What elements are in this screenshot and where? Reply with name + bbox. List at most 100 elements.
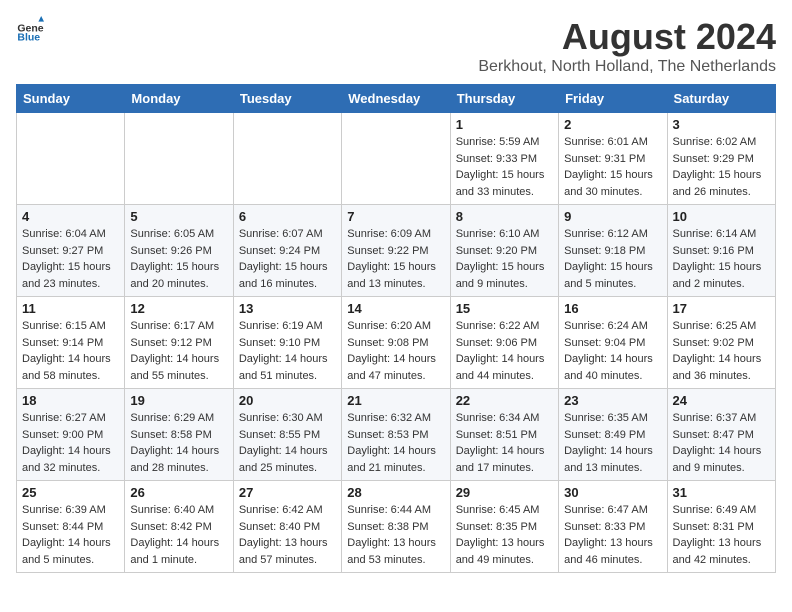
day-number: 25 <box>22 485 119 500</box>
day-info: Sunrise: 6:39 AM Sunset: 8:44 PM Dayligh… <box>22 502 119 568</box>
logo-icon: General Blue <box>16 16 44 44</box>
calendar-cell: 30 Sunrise: 6:47 AM Sunset: 8:33 PM Dayli… <box>559 481 667 573</box>
week-row-5: 25 Sunrise: 6:39 AM Sunset: 8:44 PM Dayli… <box>17 481 776 573</box>
day-info: Sunrise: 6:15 AM Sunset: 9:14 PM Dayligh… <box>22 318 119 384</box>
day-info: Sunrise: 6:45 AM Sunset: 8:35 PM Dayligh… <box>456 502 553 568</box>
day-number: 8 <box>456 209 553 224</box>
day-info: Sunrise: 6:47 AM Sunset: 8:33 PM Dayligh… <box>564 502 661 568</box>
day-number: 13 <box>239 301 336 316</box>
weekday-header-wednesday: Wednesday <box>342 85 450 113</box>
calendar-cell: 21Sunrise: 6:32 AM Sunset: 8:53 PM Dayli… <box>342 389 450 481</box>
week-row-4: 18 Sunrise: 6:27 AM Sunset: 9:00 PM Dayli… <box>17 389 776 481</box>
day-number: 20 <box>239 393 336 408</box>
day-number: 31 <box>673 485 770 500</box>
day-info: Sunrise: 6:40 AM Sunset: 8:42 PM Dayligh… <box>130 502 227 568</box>
day-info: Sunrise: 6:19 AM Sunset: 9:10 PM Dayligh… <box>239 318 336 384</box>
logo: General Blue <box>16 16 44 44</box>
day-info: Sunrise: 6:35 AM Sunset: 8:49 PM Dayligh… <box>564 410 661 476</box>
calendar-cell: 13 Sunrise: 6:19 AM Sunset: 9:10 PM Dayli… <box>233 297 341 389</box>
calendar-table: SundayMondayTuesdayWednesdayThursdayFrid… <box>16 84 776 573</box>
day-number: 30 <box>564 485 661 500</box>
day-info: Sunrise: 6:37 AM Sunset: 8:47 PM Dayligh… <box>673 410 770 476</box>
calendar-cell: 16 Sunrise: 6:24 AM Sunset: 9:04 PM Dayli… <box>559 297 667 389</box>
day-number: 9 <box>564 209 661 224</box>
calendar-cell <box>233 113 341 205</box>
calendar-cell: 2Sunrise: 6:01 AM Sunset: 9:31 PM Daylig… <box>559 113 667 205</box>
day-info: Sunrise: 6:09 AM Sunset: 9:22 PM Dayligh… <box>347 226 444 292</box>
calendar-cell: 3Sunrise: 6:02 AM Sunset: 9:29 PM Daylig… <box>667 113 775 205</box>
day-info: Sunrise: 6:12 AM Sunset: 9:18 PM Dayligh… <box>564 226 661 292</box>
calendar-cell: 7 Sunrise: 6:09 AM Sunset: 9:22 PM Daylig… <box>342 205 450 297</box>
location-title: Berkhout, North Holland, The Netherlands <box>478 58 776 76</box>
header: General Blue August 2024 Berkhout, North… <box>16 16 776 76</box>
calendar-cell: 5 Sunrise: 6:05 AM Sunset: 9:26 PM Daylig… <box>125 205 233 297</box>
day-number: 6 <box>239 209 336 224</box>
weekday-header-monday: Monday <box>125 85 233 113</box>
day-number: 17 <box>673 301 770 316</box>
day-number: 29 <box>456 485 553 500</box>
calendar-cell <box>125 113 233 205</box>
day-number: 10 <box>673 209 770 224</box>
calendar-cell <box>342 113 450 205</box>
day-info: Sunrise: 6:17 AM Sunset: 9:12 PM Dayligh… <box>130 318 227 384</box>
day-number: 16 <box>564 301 661 316</box>
title-area: August 2024 Berkhout, North Holland, The… <box>478 16 776 76</box>
weekday-header-thursday: Thursday <box>450 85 558 113</box>
day-info: Sunrise: 6:01 AM Sunset: 9:31 PM Dayligh… <box>564 134 661 200</box>
day-number: 5 <box>130 209 227 224</box>
calendar-cell: 22Sunrise: 6:34 AM Sunset: 8:51 PM Dayli… <box>450 389 558 481</box>
day-info: Sunrise: 6:44 AM Sunset: 8:38 PM Dayligh… <box>347 502 444 568</box>
calendar-cell: 29 Sunrise: 6:45 AM Sunset: 8:35 PM Dayli… <box>450 481 558 573</box>
day-info: Sunrise: 6:05 AM Sunset: 9:26 PM Dayligh… <box>130 226 227 292</box>
day-info: Sunrise: 6:10 AM Sunset: 9:20 PM Dayligh… <box>456 226 553 292</box>
calendar-cell: 1 Sunrise: 5:59 AM Sunset: 9:33 PM Daylig… <box>450 113 558 205</box>
calendar-cell: 4Sunrise: 6:04 AM Sunset: 9:27 PM Daylig… <box>17 205 125 297</box>
weekday-header-row: SundayMondayTuesdayWednesdayThursdayFrid… <box>17 85 776 113</box>
calendar-cell: 12 Sunrise: 6:17 AM Sunset: 9:12 PM Dayli… <box>125 297 233 389</box>
day-number: 15 <box>456 301 553 316</box>
calendar-cell: 15Sunrise: 6:22 AM Sunset: 9:06 PM Dayli… <box>450 297 558 389</box>
day-info: Sunrise: 6:27 AM Sunset: 9:00 PM Dayligh… <box>22 410 119 476</box>
day-info: Sunrise: 6:29 AM Sunset: 8:58 PM Dayligh… <box>130 410 227 476</box>
calendar-cell: 14 Sunrise: 6:20 AM Sunset: 9:08 PM Dayli… <box>342 297 450 389</box>
day-info: Sunrise: 6:20 AM Sunset: 9:08 PM Dayligh… <box>347 318 444 384</box>
calendar-cell <box>17 113 125 205</box>
weekday-header-tuesday: Tuesday <box>233 85 341 113</box>
day-number: 4 <box>22 209 119 224</box>
day-number: 27 <box>239 485 336 500</box>
week-row-2: 4Sunrise: 6:04 AM Sunset: 9:27 PM Daylig… <box>17 205 776 297</box>
day-number: 12 <box>130 301 227 316</box>
calendar-cell: 24 Sunrise: 6:37 AM Sunset: 8:47 PM Dayli… <box>667 389 775 481</box>
day-number: 23 <box>564 393 661 408</box>
calendar-cell: 11 Sunrise: 6:15 AM Sunset: 9:14 PM Dayli… <box>17 297 125 389</box>
day-info: Sunrise: 6:49 AM Sunset: 8:31 PM Dayligh… <box>673 502 770 568</box>
day-number: 7 <box>347 209 444 224</box>
calendar-cell: 18 Sunrise: 6:27 AM Sunset: 9:00 PM Dayli… <box>17 389 125 481</box>
weekday-header-friday: Friday <box>559 85 667 113</box>
calendar-cell: 28 Sunrise: 6:44 AM Sunset: 8:38 PM Dayli… <box>342 481 450 573</box>
day-info: Sunrise: 6:14 AM Sunset: 9:16 PM Dayligh… <box>673 226 770 292</box>
calendar-cell: 6 Sunrise: 6:07 AM Sunset: 9:24 PM Daylig… <box>233 205 341 297</box>
calendar-cell: 26Sunrise: 6:40 AM Sunset: 8:42 PM Dayli… <box>125 481 233 573</box>
day-info: Sunrise: 6:30 AM Sunset: 8:55 PM Dayligh… <box>239 410 336 476</box>
day-number: 19 <box>130 393 227 408</box>
day-number: 28 <box>347 485 444 500</box>
day-number: 18 <box>22 393 119 408</box>
svg-text:Blue: Blue <box>17 32 40 44</box>
calendar-cell: 27 Sunrise: 6:42 AM Sunset: 8:40 PM Dayli… <box>233 481 341 573</box>
calendar-cell: 31 Sunrise: 6:49 AM Sunset: 8:31 PM Dayli… <box>667 481 775 573</box>
day-info: Sunrise: 6:34 AM Sunset: 8:51 PM Dayligh… <box>456 410 553 476</box>
month-title: August 2024 <box>478 16 776 58</box>
day-info: Sunrise: 6:25 AM Sunset: 9:02 PM Dayligh… <box>673 318 770 384</box>
day-info: Sunrise: 6:07 AM Sunset: 9:24 PM Dayligh… <box>239 226 336 292</box>
calendar-cell: 8 Sunrise: 6:10 AM Sunset: 9:20 PM Daylig… <box>450 205 558 297</box>
week-row-1: 1 Sunrise: 5:59 AM Sunset: 9:33 PM Daylig… <box>17 113 776 205</box>
day-info: Sunrise: 6:24 AM Sunset: 9:04 PM Dayligh… <box>564 318 661 384</box>
day-info: Sunrise: 5:59 AM Sunset: 9:33 PM Dayligh… <box>456 134 553 200</box>
day-number: 11 <box>22 301 119 316</box>
day-number: 24 <box>673 393 770 408</box>
calendar-cell: 19 Sunrise: 6:29 AM Sunset: 8:58 PM Dayli… <box>125 389 233 481</box>
day-info: Sunrise: 6:42 AM Sunset: 8:40 PM Dayligh… <box>239 502 336 568</box>
day-number: 14 <box>347 301 444 316</box>
day-number: 1 <box>456 117 553 132</box>
